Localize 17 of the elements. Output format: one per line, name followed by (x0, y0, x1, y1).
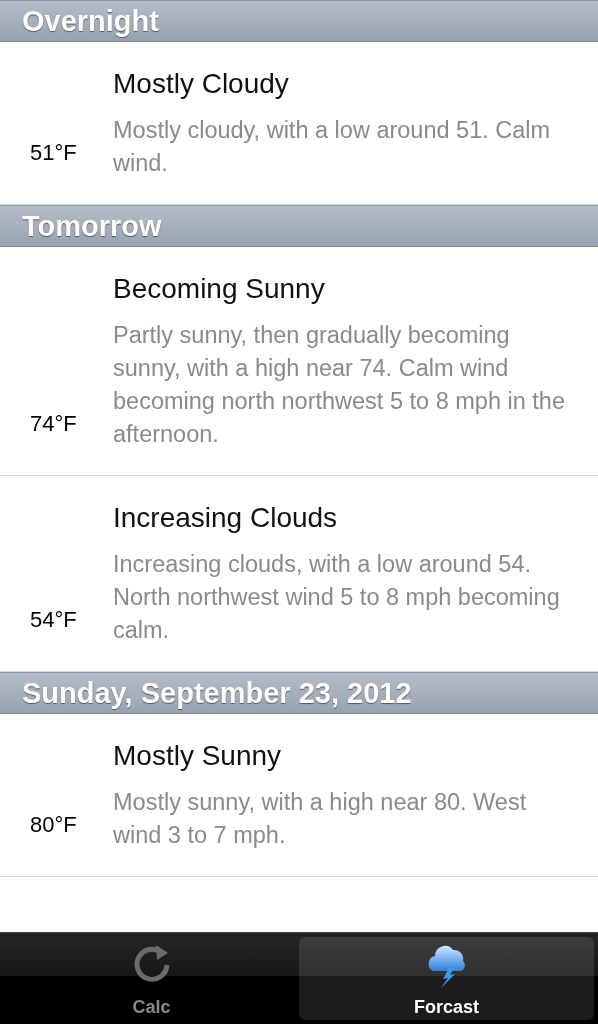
tab[interactable]: Calc (4, 937, 299, 1020)
section-title: Sunday, September 23, 2012 (22, 676, 412, 710)
section-title: Overnight (22, 4, 159, 38)
section-title: Tomorrow (22, 209, 162, 243)
condition-title: Mostly Sunny (113, 740, 283, 772)
forecast-description: Partly sunny, then gradually becoming sunny, with a high near 74. Calm wind becoming north northwest 5 to 8 mph in the afternoon. (113, 321, 566, 449)
temperature: 54°F (29, 607, 78, 633)
forecast-description: Increasing clouds, with a low around 54. North northwest wind 5 to 8 mph becoming calm. (113, 550, 561, 645)
temperature: 51°F (29, 140, 78, 166)
tab[interactable]: Forcast (299, 937, 594, 1020)
condition-title: Mostly Cloudy (113, 68, 290, 100)
forecast-description: Mostly sunny, with a high near 80. West wind 3 to 7 mph. (113, 788, 528, 850)
temperature: 80°F (29, 812, 78, 838)
temperature: 74°F (29, 411, 78, 437)
condition-title: Becoming Sunny (113, 273, 326, 305)
condition-title: Increasing Clouds (113, 502, 339, 534)
forecast-description: Mostly cloudy, with a low around 51. Calm wind. (113, 116, 552, 178)
